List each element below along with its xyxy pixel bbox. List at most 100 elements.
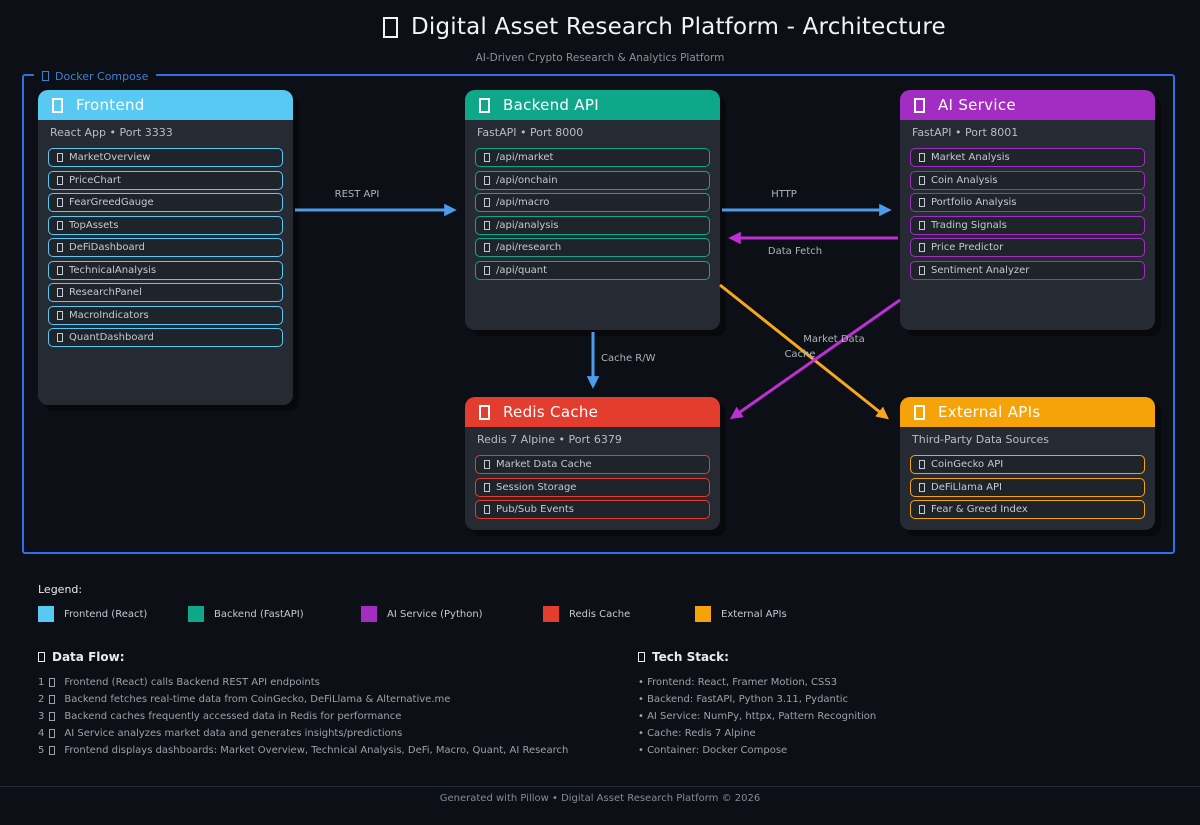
data-flow-section: Data Flow: 1Frontend (React) calls Backe… xyxy=(38,650,568,759)
missing-glyph-icon xyxy=(57,266,63,275)
legend-item: Frontend (React) xyxy=(38,606,147,622)
step-number: 5 xyxy=(38,745,44,756)
frontend-node: Frontend React App • Port 3333 MarketOve… xyxy=(38,90,293,405)
ai-service-item-label: Trading Signals xyxy=(931,220,1007,231)
data-flow-step: 5 Frontend displays dashboards: Market Ov… xyxy=(38,742,568,759)
ai-service-item: Portfolio Analysis xyxy=(910,193,1145,212)
legend-item: Backend (FastAPI) xyxy=(188,606,304,622)
missing-glyph-icon xyxy=(38,652,45,662)
page-title: Digital Asset Research Platform - Archit… xyxy=(383,14,946,40)
ai-service-item: Price Predictor xyxy=(910,238,1145,257)
ai-service-item: Coin Analysis xyxy=(910,171,1145,190)
ai-service-color-swatch xyxy=(361,606,377,622)
external-apis-node: External APIs Third-Party Data Sources C… xyxy=(900,397,1155,530)
frontend-items: MarketOverview PriceChart FearGreedGauge… xyxy=(48,148,283,347)
missing-glyph-icon xyxy=(638,652,645,662)
missing-glyph-icon xyxy=(919,266,925,275)
page-title-text: Digital Asset Research Platform - Archit… xyxy=(411,14,946,40)
external-apis-item-label: CoinGecko API xyxy=(931,459,1003,470)
missing-glyph-icon xyxy=(49,746,55,755)
external-apis-color-swatch xyxy=(695,606,711,622)
legend-item-label: Frontend (React) xyxy=(64,609,147,620)
missing-glyph-icon xyxy=(484,198,490,207)
missing-glyph-icon xyxy=(42,71,49,81)
step-number: 1 xyxy=(38,677,44,688)
backend-item-label: /api/macro xyxy=(496,197,549,208)
frontend-color-swatch xyxy=(38,606,54,622)
arrow-label-rest-api: REST API xyxy=(287,189,427,200)
missing-glyph-icon xyxy=(49,729,55,738)
frontend-subtitle: React App • Port 3333 xyxy=(50,126,281,139)
redis-cache-item: Session Storage xyxy=(475,478,710,497)
ai-service-item-label: Price Predictor xyxy=(931,242,1003,253)
frontend-item-label: DeFiDashboard xyxy=(69,242,145,253)
missing-glyph-icon xyxy=(49,712,55,721)
tech-stack-line: • Container: Docker Compose xyxy=(638,742,876,759)
data-flow-step: 3Backend caches frequently accessed data… xyxy=(38,708,568,725)
redis-color-swatch xyxy=(543,606,559,622)
legend-item-label: AI Service (Python) xyxy=(387,609,483,620)
tech-stack-line: • Backend: FastAPI, Python 3.11, Pydanti… xyxy=(638,691,876,708)
backend-subtitle: FastAPI • Port 8000 xyxy=(477,126,708,139)
frontend-item-label: FearGreedGauge xyxy=(69,197,154,208)
redis-cache-node: Redis Cache Redis 7 Alpine • Port 6379 M… xyxy=(465,397,720,530)
tech-stack-line: • Frontend: React, Framer Motion, CSS3 xyxy=(638,674,876,691)
missing-glyph-icon xyxy=(57,311,63,320)
backend-items: /api/market /api/onchain /api/macro /api… xyxy=(475,148,710,280)
step-number: 3 xyxy=(38,711,44,722)
external-apis-item-label: DeFiLlama API xyxy=(931,482,1002,493)
external-apis-item: CoinGecko API xyxy=(910,455,1145,474)
frontend-item-label: TechnicalAnalysis xyxy=(69,265,156,276)
frontend-item: ResearchPanel xyxy=(48,283,283,302)
backend-color-swatch xyxy=(188,606,204,622)
step-text: Frontend (React) calls Backend REST API … xyxy=(64,677,319,688)
frontend-item-label: QuantDashboard xyxy=(69,332,154,343)
data-flow-step: 1 Frontend (React) calls Backend REST API… xyxy=(38,674,568,691)
missing-glyph-icon xyxy=(919,221,925,230)
tech-stack-line: • Cache: Redis 7 Alpine xyxy=(638,725,876,742)
legend-heading: Legend: xyxy=(38,583,82,596)
tech-stack-heading-text: Tech Stack: xyxy=(652,650,729,664)
legend-item: Redis Cache xyxy=(543,606,630,622)
missing-glyph-icon xyxy=(914,405,925,420)
external-apis-items: CoinGecko API DeFiLlama API Fear & Greed… xyxy=(910,455,1145,519)
backend-node: Backend API FastAPI • Port 8000 /api/mar… xyxy=(465,90,720,330)
frontend-item-label: MarketOverview xyxy=(69,152,150,163)
step-text: AI Service analyzes market data and gene… xyxy=(64,728,402,739)
arrow-label-cache-rw: Cache R/W xyxy=(601,353,655,364)
frontend-item: TopAssets xyxy=(48,216,283,235)
missing-glyph-icon xyxy=(919,153,925,162)
missing-glyph-icon xyxy=(57,243,63,252)
ai-service-item: Trading Signals xyxy=(910,216,1145,235)
missing-glyph-icon xyxy=(919,176,925,185)
legend-item-label: Backend (FastAPI) xyxy=(214,609,304,620)
external-apis-header: External APIs xyxy=(900,397,1155,427)
tech-stack-line: • AI Service: NumPy, httpx, Pattern Reco… xyxy=(638,708,876,725)
missing-glyph-icon xyxy=(484,221,490,230)
ai-service-item: Sentiment Analyzer xyxy=(910,261,1145,280)
missing-glyph-icon xyxy=(484,243,490,252)
frontend-header: Frontend xyxy=(38,90,293,120)
redis-cache-item-label: Session Storage xyxy=(496,482,576,493)
missing-glyph-icon xyxy=(484,153,490,162)
step-text: Frontend displays dashboards: Market Ove… xyxy=(64,745,568,756)
step-number: 4 xyxy=(38,728,44,739)
redis-cache-header: Redis Cache xyxy=(465,397,720,427)
frontend-item: PriceChart xyxy=(48,171,283,190)
missing-glyph-icon xyxy=(484,483,490,492)
ai-service-subtitle: FastAPI • Port 8001 xyxy=(912,126,1143,139)
frontend-item-label: PriceChart xyxy=(69,175,121,186)
missing-glyph-icon xyxy=(479,98,490,113)
footer-text: Generated with Pillow • Digital Asset Re… xyxy=(0,793,1200,804)
missing-glyph-icon xyxy=(57,153,63,162)
legend-item: AI Service (Python) xyxy=(361,606,483,622)
arrow-label-cache: Cache xyxy=(730,349,870,360)
missing-glyph-icon xyxy=(383,17,398,38)
missing-glyph-icon xyxy=(484,266,490,275)
backend-item-label: /api/quant xyxy=(496,265,547,276)
missing-glyph-icon xyxy=(919,243,925,252)
missing-glyph-icon xyxy=(484,505,490,514)
ai-service-header: AI Service xyxy=(900,90,1155,120)
missing-glyph-icon xyxy=(57,176,63,185)
missing-glyph-icon xyxy=(57,198,63,207)
